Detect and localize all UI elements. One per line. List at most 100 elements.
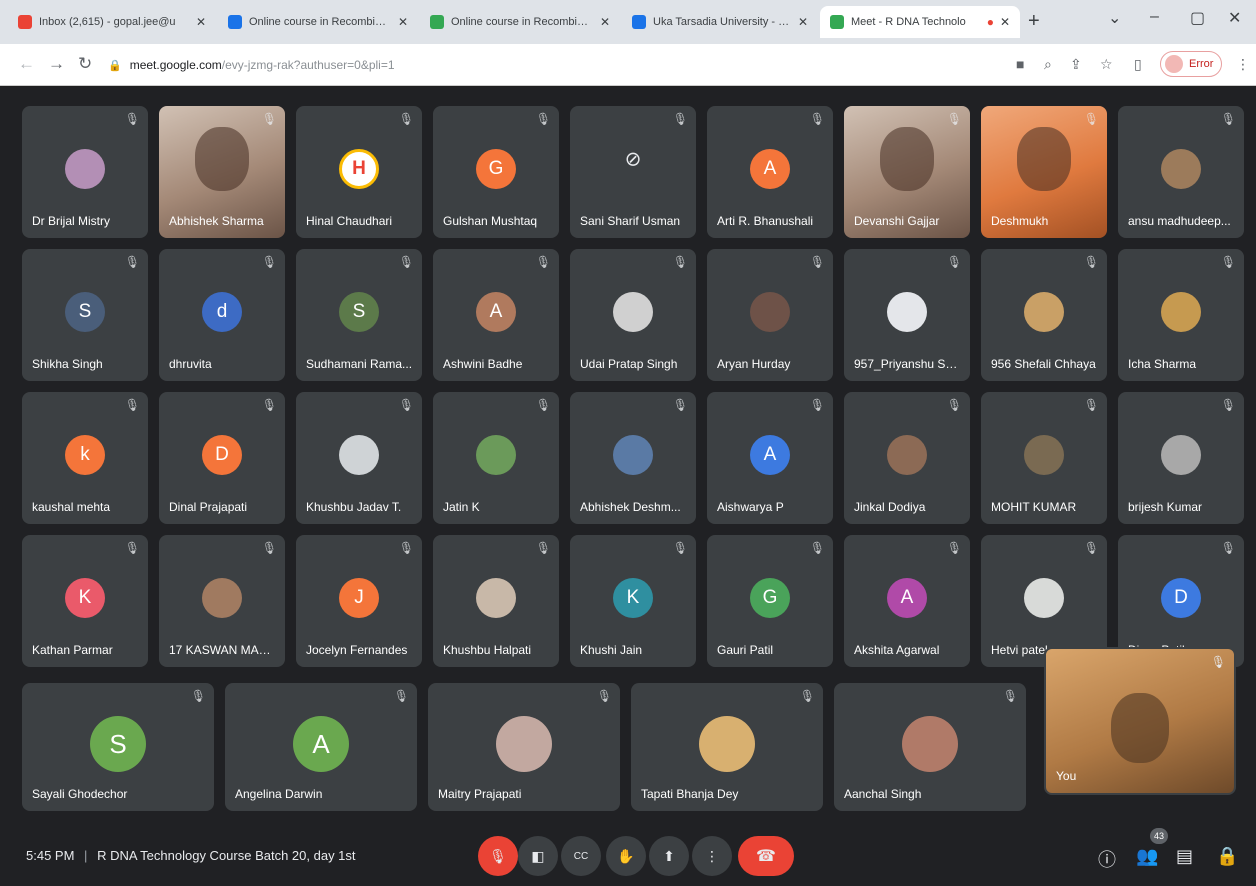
camera-toggle-button[interactable]: ◧ xyxy=(518,836,558,876)
mic-toggle-button[interactable]: 🎙 xyxy=(478,836,518,876)
participant-tile[interactable]: 🎙 MOHIT KUMAR xyxy=(981,392,1107,524)
participant-tile[interactable]: 🎙 brijesh Kumar xyxy=(1118,392,1244,524)
participant-tile[interactable]: A 🎙 Angelina Darwin xyxy=(225,683,417,811)
sheets-icon xyxy=(430,15,444,29)
address-bar[interactable]: 🔒 meet.google.com /evy-jzmg-rak?authuser… xyxy=(108,52,988,78)
participant-tile[interactable]: A 🎙 Aishwarya P xyxy=(707,392,833,524)
participant-tile[interactable]: 🎙 Aanchal Singh xyxy=(834,683,1026,811)
phone-hangup-icon: ☎ xyxy=(756,848,776,865)
back-icon[interactable]: ← xyxy=(18,54,35,74)
participant-tile[interactable]: 🎙 ansu madhudeep... xyxy=(1118,106,1244,238)
participant-tile[interactable]: G 🎙 Gauri Patil xyxy=(707,535,833,667)
browser-tab-university[interactable]: Uka Tarsadia University - Co ✕ xyxy=(622,6,818,38)
participant-tile[interactable]: A 🎙 Arti R. Bhanushali xyxy=(707,106,833,238)
forward-icon[interactable]: → xyxy=(48,54,65,74)
avatar-initial: A xyxy=(900,587,914,609)
muted-mic-icon: 🎙 xyxy=(1210,655,1226,669)
maximize-icon[interactable]: ▢ xyxy=(1190,8,1205,28)
muted-mic-icon: 🎙 xyxy=(672,541,688,555)
participant-tile[interactable]: K 🎙 Kathan Parmar xyxy=(22,535,148,667)
participant-tile[interactable]: S 🎙 Sayali Ghodechor xyxy=(22,683,214,811)
participant-tile[interactable]: 🎙 Udai Pratap Singh xyxy=(570,249,696,381)
participant-name: Khushi Jain xyxy=(580,643,643,657)
participant-tile[interactable]: A 🎙 Akshita Agarwal xyxy=(844,535,970,667)
zoom-icon[interactable]: ⌕ xyxy=(1044,56,1052,73)
browser-tab-gmail[interactable]: Inbox (2,615) - gopal.jee@u ✕ xyxy=(8,6,216,38)
participant-tile[interactable]: 🎙 Khushbu Jadav T. xyxy=(296,392,422,524)
participant-tile[interactable]: 🎙 Tapati Bhanja Dey xyxy=(631,683,823,811)
participant-tile[interactable]: 🎙 Aryan Hurday xyxy=(707,249,833,381)
raise-hand-button[interactable]: ✋ xyxy=(606,836,646,876)
participant-tile[interactable]: 🎙 Devanshi Gajjar xyxy=(844,106,970,238)
close-tab-icon[interactable]: ✕ xyxy=(600,15,610,29)
participant-name: Dr Brijal Mistry xyxy=(32,214,110,228)
participant-tile[interactable]: 🎙 Jinkal Dodiya xyxy=(844,392,970,524)
captions-button[interactable]: CC xyxy=(561,836,601,876)
close-tab-icon[interactable]: ✕ xyxy=(798,15,808,29)
participant-tile[interactable]: D 🎙 Dinal Prajapati xyxy=(159,392,285,524)
present-button[interactable]: ⬆ xyxy=(649,836,689,876)
close-tab-icon[interactable]: ✕ xyxy=(196,15,206,29)
profile-error-button[interactable]: Error xyxy=(1160,51,1222,77)
browser-tab-meet[interactable]: Meet - R DNA Technolo ● ✕ xyxy=(820,6,1020,38)
participant-tile[interactable]: G 🎙 Gulshan Mushtaq xyxy=(433,106,559,238)
new-tab-icon[interactable]: + xyxy=(1028,10,1040,33)
participant-tile[interactable]: 🎙 Abhishek Deshm... xyxy=(570,392,696,524)
browser-tab-course-2[interactable]: Online course in Recombinan ✕ xyxy=(420,6,620,38)
participant-tile[interactable]: 🎙 Abhishek Sharma xyxy=(159,106,285,238)
more-menu-icon[interactable]: ⋮ xyxy=(1236,56,1250,73)
participant-count-badge: 43 xyxy=(1150,828,1168,844)
muted-mic-icon: 🎙 xyxy=(1220,112,1236,126)
participant-tile[interactable]: k 🎙 kaushal mehta xyxy=(22,392,148,524)
sidepanel-icon[interactable]: ▯ xyxy=(1134,56,1142,73)
participant-name: 17 KASWAN MAM... xyxy=(169,643,277,657)
participant-tile[interactable]: d 🎙 dhruvita xyxy=(159,249,285,381)
browser-tab-course-1[interactable]: Online course in Recombinan ✕ xyxy=(218,6,418,38)
reload-icon[interactable]: ↻ xyxy=(78,54,92,74)
avatar xyxy=(1024,578,1064,619)
participant-tile[interactable]: 🎙 Khushbu Halpati xyxy=(433,535,559,667)
close-tab-icon[interactable]: ✕ xyxy=(398,15,408,29)
bookmark-star-icon[interactable]: ☆ xyxy=(1100,56,1113,73)
avatar: D xyxy=(202,435,242,476)
avatar xyxy=(476,578,516,619)
participant-tile[interactable]: 🎙 Deshmukh xyxy=(981,106,1107,238)
share-icon[interactable]: ⇪ xyxy=(1070,56,1082,73)
self-view-tile[interactable]: 🎙 You xyxy=(1044,647,1236,795)
tab-search-icon[interactable]: ⌄ xyxy=(1108,8,1121,28)
participant-tile[interactable]: 🎙 Dr Brijal Mistry xyxy=(22,106,148,238)
participant-tile[interactable]: J 🎙 Jocelyn Fernandes xyxy=(296,535,422,667)
avatar xyxy=(202,578,242,619)
muted-mic-icon: 🎙 xyxy=(535,398,551,412)
participant-tile[interactable]: S 🎙 Shikha Singh xyxy=(22,249,148,381)
participant-tile[interactable]: A 🎙 Ashwini Badhe xyxy=(433,249,559,381)
video-feed xyxy=(880,126,934,191)
participant-tile[interactable]: 🎙 Maitry Prajapati xyxy=(428,683,620,811)
participant-tile[interactable]: S 🎙 Sudhamani Rama... xyxy=(296,249,422,381)
end-call-button[interactable]: ☎ xyxy=(738,836,794,876)
people-icon[interactable]: 👥 xyxy=(1136,846,1158,867)
muted-mic-icon: 🎙 xyxy=(672,255,688,269)
close-tab-icon[interactable]: ✕ xyxy=(1000,15,1010,29)
muted-mic-icon: 🎙 xyxy=(946,541,962,555)
info-icon[interactable]: ⓘ xyxy=(1098,846,1116,872)
avatar: A xyxy=(887,578,927,619)
more-options-button[interactable]: ⋮ xyxy=(692,836,732,876)
close-window-icon[interactable]: ✕ xyxy=(1228,8,1241,28)
participant-tile[interactable]: ⊘ 🎙 Sani Sharif Usman xyxy=(570,106,696,238)
participant-tile[interactable]: 🎙 956 Shefali Chhaya xyxy=(981,249,1107,381)
minimize-icon[interactable]: – xyxy=(1150,8,1159,26)
chat-icon[interactable]: ▤ xyxy=(1176,846,1193,867)
participant-tile[interactable]: 🎙 957_Priyanshu Sh... xyxy=(844,249,970,381)
activities-lock-icon[interactable]: 🔒 xyxy=(1216,846,1238,867)
muted-mic-icon: 🎙 xyxy=(1220,255,1236,269)
participant-tile[interactable]: 🎙 17 KASWAN MAM... xyxy=(159,535,285,667)
avatar xyxy=(1161,149,1201,190)
muted-mic-icon: 🎙 xyxy=(1220,398,1236,412)
camera-icon[interactable]: ■ xyxy=(1016,56,1024,72)
participant-tile[interactable]: 🎙 Icha Sharma xyxy=(1118,249,1244,381)
avatar-initial: k xyxy=(80,444,90,466)
participant-tile[interactable]: H 🎙 Hinal Chaudhari xyxy=(296,106,422,238)
participant-tile[interactable]: K 🎙 Khushi Jain xyxy=(570,535,696,667)
participant-tile[interactable]: 🎙 Jatin K xyxy=(433,392,559,524)
